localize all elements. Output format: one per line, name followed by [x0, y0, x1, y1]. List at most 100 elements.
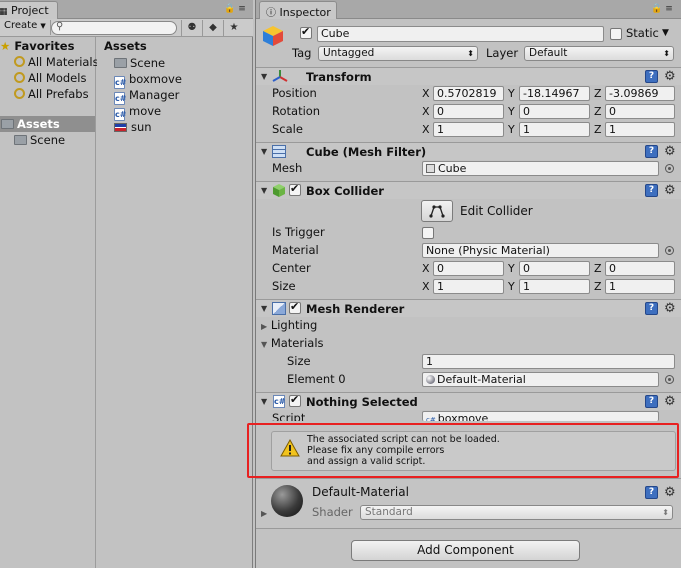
help-icon[interactable]: ? [645, 184, 658, 197]
axis-y-label[interactable]: Y [508, 279, 515, 294]
help-icon[interactable]: ? [645, 70, 658, 83]
filter-by-type-button[interactable]: ⚉ [181, 20, 202, 36]
axis-z-label[interactable]: Z [594, 104, 602, 119]
script-field[interactable]: c# boxmove [422, 411, 659, 421]
gear-icon[interactable]: ⚙ [664, 184, 676, 197]
search-input[interactable]: ⚲ [51, 21, 177, 35]
mesh-field[interactable]: Cube [422, 161, 659, 176]
rotation-z-field[interactable]: 0 [605, 104, 675, 119]
asset-item-move[interactable]: c# move [114, 103, 161, 121]
asset-item-manager[interactable]: c# Manager [114, 87, 179, 105]
scale-x-field[interactable]: 1 [433, 122, 504, 137]
favorites-header[interactable]: ★ Favorites [0, 38, 74, 54]
gameobject-active-checkbox[interactable] [300, 25, 312, 39]
axis-z-label[interactable]: Z [594, 279, 602, 294]
object-picker-icon[interactable] [665, 246, 674, 255]
lighting-foldout[interactable]: ▶ Lighting [261, 318, 317, 334]
static-dropdown-arrow-icon[interactable]: ▼ [662, 26, 669, 41]
object-picker-icon[interactable] [665, 164, 674, 173]
filter-by-label-button[interactable]: ◆ [202, 20, 223, 36]
edit-collider-label: Edit Collider [460, 204, 533, 218]
object-picker-icon[interactable] [665, 375, 674, 384]
tag-label: Tag [292, 46, 312, 60]
favorite-star-button[interactable]: ★ [223, 20, 244, 36]
tag-dropdown[interactable]: Untagged ⬍ [318, 46, 478, 61]
asset-item-scene[interactable]: Scene [114, 55, 165, 71]
is-trigger-checkbox[interactable] [422, 227, 434, 239]
help-icon[interactable]: ? [645, 395, 658, 408]
axis-x-label[interactable]: X [422, 261, 430, 276]
foldout-collapsed-icon[interactable]: ▶ [261, 506, 267, 521]
axis-x-label[interactable]: X [422, 86, 430, 101]
box-collider-enabled-checkbox[interactable] [289, 182, 301, 196]
script-enabled-checkbox[interactable] [289, 393, 301, 407]
gear-icon[interactable]: ⚙ [664, 70, 676, 83]
axis-z-label[interactable]: Z [594, 261, 602, 276]
asset-item-boxmove[interactable]: c# boxmove [114, 71, 182, 89]
gear-icon[interactable]: ⚙ [664, 145, 676, 158]
tab-inspector[interactable]: ⓘ Inspector [259, 1, 337, 19]
foldout-expanded-icon: ▼ [261, 186, 268, 195]
center-x-field[interactable]: 0 [433, 261, 504, 276]
rotation-label: Rotation [272, 104, 321, 118]
scale-z-field[interactable]: 1 [605, 122, 675, 137]
axis-y-label[interactable]: Y [508, 104, 515, 119]
position-y-field[interactable]: -18.14967 [519, 86, 590, 101]
panel-lock-menu-icon[interactable]: 🔒≡ [651, 4, 676, 14]
asset-item-sun[interactable]: sun [114, 119, 152, 135]
shader-dropdown[interactable]: Standard ⬍ [360, 505, 673, 520]
rotation-x-field[interactable]: 0 [433, 104, 504, 119]
assets-tree-item[interactable]: Assets [0, 116, 95, 132]
gear-icon[interactable]: ⚙ [664, 395, 676, 408]
help-icon[interactable]: ? [645, 302, 658, 315]
favorite-item[interactable]: All Materials [14, 54, 99, 70]
static-label: Static [626, 26, 659, 40]
materials-foldout[interactable]: ▼ Materials [261, 336, 324, 352]
scene-tree-item[interactable]: Scene [14, 132, 65, 148]
box-collider-header[interactable]: ▼ Box Collider ? ⚙ [256, 181, 681, 199]
axis-y-label[interactable]: Y [508, 86, 515, 101]
layer-dropdown[interactable]: Default ⬍ [524, 46, 674, 61]
size-y-field[interactable]: 1 [519, 279, 590, 294]
axis-x-label[interactable]: X [422, 104, 430, 119]
panel-lock-menu-icon[interactable]: 🔒≡ [224, 4, 249, 14]
center-y-field[interactable]: 0 [519, 261, 590, 276]
gear-icon[interactable]: ⚙ [664, 486, 676, 499]
gear-icon[interactable]: ⚙ [664, 302, 676, 315]
axis-y-label[interactable]: Y [508, 122, 515, 137]
favorite-item[interactable]: All Models [14, 70, 86, 86]
size-x-field[interactable]: 1 [433, 279, 504, 294]
collider-material-field[interactable]: None (Physic Material) [422, 243, 659, 258]
rotation-y-field[interactable]: 0 [519, 104, 590, 119]
axis-y-label[interactable]: Y [508, 261, 515, 276]
help-icon[interactable]: ? [645, 486, 658, 499]
help-icon[interactable]: ? [645, 145, 658, 158]
position-x-field[interactable]: 0.5702819 [433, 86, 504, 101]
favorite-item[interactable]: All Prefabs [14, 86, 89, 102]
axis-x-label[interactable]: X [422, 122, 430, 137]
position-z-field[interactable]: -3.09869 [605, 86, 675, 101]
script-component-header[interactable]: ▼ c# Nothing Selected ? ⚙ [256, 392, 681, 410]
mesh-filter-header[interactable]: ▼ Cube (Mesh Filter) ? ⚙ [256, 142, 681, 160]
mesh-renderer-enabled-checkbox[interactable] [289, 300, 301, 314]
axis-z-label[interactable]: Z [594, 122, 602, 137]
mesh-renderer-header[interactable]: ▼ Mesh Renderer ? ⚙ [256, 299, 681, 317]
axis-z-label[interactable]: Z [594, 86, 602, 101]
size-z-field[interactable]: 1 [605, 279, 675, 294]
center-z-field[interactable]: 0 [605, 261, 675, 276]
add-component-button[interactable]: Add Component [351, 540, 580, 561]
static-checkbox[interactable] [610, 28, 622, 40]
tab-project[interactable]: ▦ Project [0, 1, 58, 19]
scale-y-field[interactable]: 1 [519, 122, 590, 137]
create-button[interactable]: Create ▼ [0, 20, 51, 35]
transform-header[interactable]: ▼ Transform ? ⚙ [256, 67, 681, 85]
axis-x-label[interactable]: X [422, 279, 430, 294]
edit-collider-button[interactable] [421, 200, 453, 222]
element0-field[interactable]: Default-Material [422, 372, 659, 387]
foldout-expanded-icon: ▼ [261, 397, 268, 406]
project-toolbar: Create ▼ ⚲ ⚉ ◆ ★ [0, 19, 253, 37]
material-preview-sphere [271, 485, 303, 517]
materials-size-field[interactable]: 1 [422, 354, 675, 369]
gameobject-name-field[interactable]: Cube [317, 26, 604, 42]
element0-label: Element 0 [287, 372, 346, 386]
